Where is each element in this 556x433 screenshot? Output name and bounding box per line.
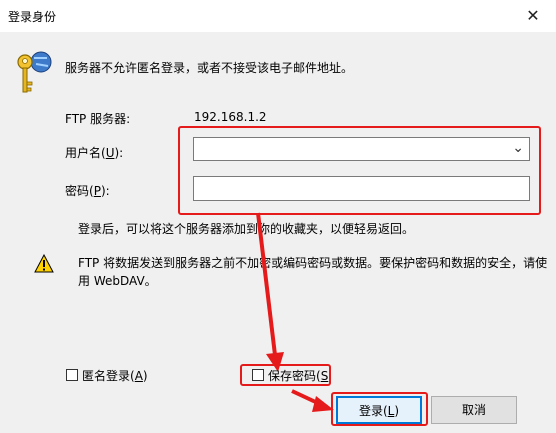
cancel-button[interactable]: 取消	[431, 396, 517, 424]
anonymous-login-checkbox[interactable]	[66, 369, 78, 381]
save-password-label[interactable]: 保存密码(S	[268, 367, 328, 384]
login-button[interactable]: 登录(L)	[336, 396, 422, 424]
anonymous-login-label[interactable]: 匿名登录(A)	[82, 367, 148, 384]
save-password-checkbox[interactable]	[252, 369, 264, 381]
